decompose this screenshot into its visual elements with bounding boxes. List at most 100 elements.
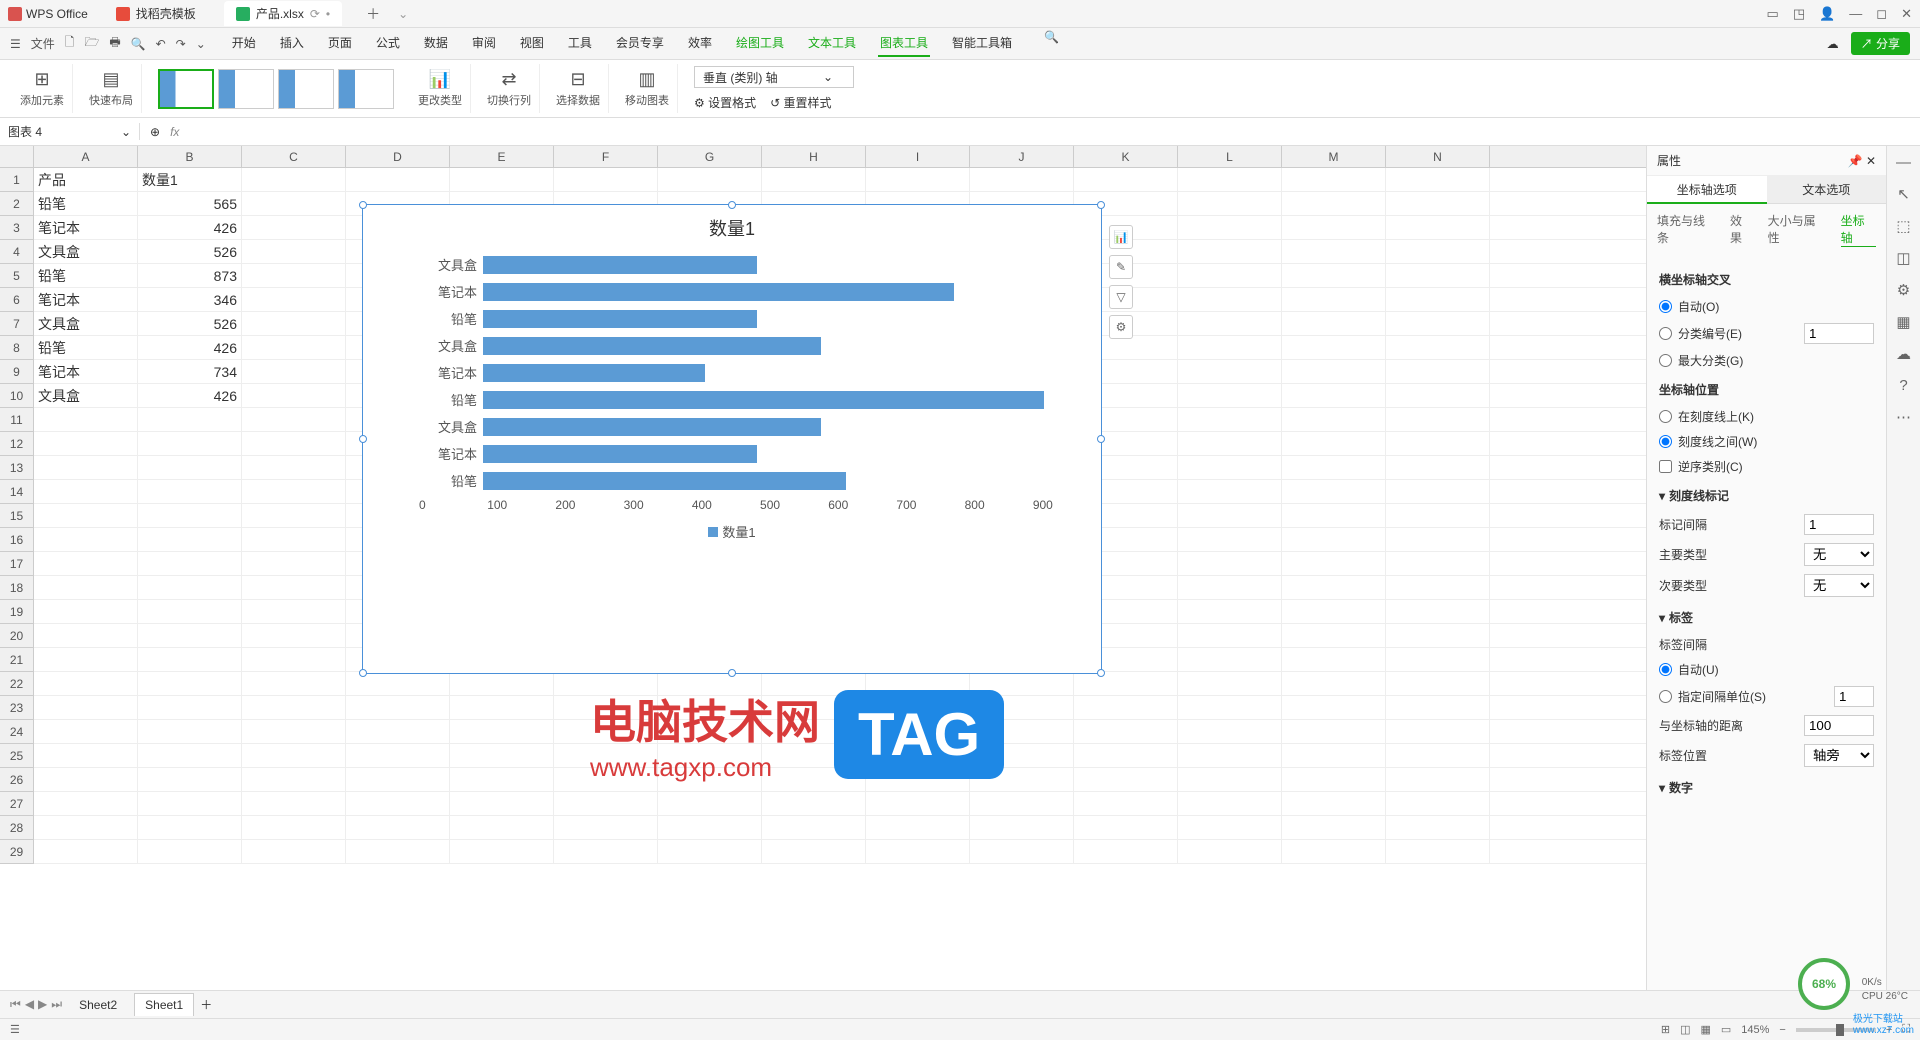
menu-insert[interactable]: 插入: [278, 30, 306, 57]
cell[interactable]: [1282, 720, 1386, 743]
cell[interactable]: [138, 840, 242, 863]
row-header[interactable]: 5: [0, 264, 33, 288]
row-header[interactable]: 29: [0, 840, 33, 864]
cell[interactable]: [346, 720, 450, 743]
col-header[interactable]: A: [34, 146, 138, 167]
cell[interactable]: [450, 768, 554, 791]
cell[interactable]: [34, 456, 138, 479]
cell[interactable]: [138, 504, 242, 527]
bar-fill[interactable]: [483, 445, 757, 463]
cell[interactable]: [34, 744, 138, 767]
bar-fill[interactable]: [483, 391, 1044, 409]
cell[interactable]: [1282, 600, 1386, 623]
ribbon-switch-rc[interactable]: ⇄切换行列: [479, 64, 540, 113]
new-icon[interactable]: 🗋: [65, 33, 75, 54]
specify-input[interactable]: [1834, 686, 1874, 707]
style-tool-icon[interactable]: ◫: [1896, 249, 1910, 267]
cell[interactable]: [1386, 264, 1490, 287]
cell[interactable]: [242, 168, 346, 191]
cell[interactable]: [242, 840, 346, 863]
row-header[interactable]: 27: [0, 792, 33, 816]
cell[interactable]: [34, 672, 138, 695]
radio-between-tick[interactable]: [1659, 435, 1672, 448]
cell[interactable]: [1282, 288, 1386, 311]
share-button[interactable]: ↗ 分享: [1851, 32, 1910, 55]
view-read-icon[interactable]: ▭: [1721, 1023, 1731, 1036]
zoom-cell-icon[interactable]: ⊕: [150, 125, 160, 139]
cell[interactable]: [1386, 288, 1490, 311]
cell[interactable]: [1282, 360, 1386, 383]
cloud-icon[interactable]: ☁: [1827, 37, 1839, 51]
cell[interactable]: [34, 768, 138, 791]
cell[interactable]: [242, 648, 346, 671]
cell[interactable]: [1178, 168, 1282, 191]
chart-settings-button[interactable]: ⚙: [1109, 315, 1133, 339]
cell[interactable]: [138, 576, 242, 599]
row-header[interactable]: 10: [0, 384, 33, 408]
row-header[interactable]: 22: [0, 672, 33, 696]
bar-fill[interactable]: [483, 310, 757, 328]
avatar-icon[interactable]: 👤: [1819, 6, 1835, 22]
cell[interactable]: [1386, 816, 1490, 839]
chevron-down-icon[interactable]: ⌄: [121, 125, 131, 139]
cell[interactable]: [138, 432, 242, 455]
cell[interactable]: [1386, 840, 1490, 863]
chart-style-4[interactable]: [338, 69, 394, 109]
cell[interactable]: [1282, 792, 1386, 815]
preview-icon[interactable]: 🔍: [131, 37, 146, 51]
cell[interactable]: [1178, 648, 1282, 671]
row-header[interactable]: 3: [0, 216, 33, 240]
cell[interactable]: [34, 432, 138, 455]
row-header[interactable]: 19: [0, 600, 33, 624]
cell[interactable]: [1074, 696, 1178, 719]
cell[interactable]: [1178, 720, 1282, 743]
cell[interactable]: [1074, 792, 1178, 815]
cell[interactable]: [242, 624, 346, 647]
adjust-tool-icon[interactable]: ⚙: [1897, 281, 1910, 299]
chart-filter-button[interactable]: ▽: [1109, 285, 1133, 309]
col-header[interactable]: D: [346, 146, 450, 167]
col-header[interactable]: G: [658, 146, 762, 167]
cell[interactable]: [34, 552, 138, 575]
select-all-corner[interactable]: [0, 146, 34, 167]
cell[interactable]: [1386, 600, 1490, 623]
cell[interactable]: [1178, 408, 1282, 431]
cell[interactable]: [1178, 504, 1282, 527]
axis-select-dropdown[interactable]: 垂直 (类别) 轴⌄: [694, 66, 854, 88]
cell[interactable]: [866, 168, 970, 191]
cell[interactable]: [346, 744, 450, 767]
chart-style-2[interactable]: [218, 69, 274, 109]
cell[interactable]: [1282, 264, 1386, 287]
subtab-effect[interactable]: 效果: [1730, 212, 1754, 247]
cell[interactable]: [1178, 288, 1282, 311]
collapse-icon[interactable]: —: [1896, 154, 1911, 171]
cell[interactable]: [1386, 336, 1490, 359]
cell[interactable]: [242, 216, 346, 239]
cell[interactable]: [1386, 576, 1490, 599]
cell[interactable]: [242, 408, 346, 431]
cell[interactable]: 铅笔: [34, 264, 138, 287]
cell[interactable]: [554, 168, 658, 191]
tab-template[interactable]: 找稻壳模板: [104, 1, 208, 26]
cell[interactable]: [450, 744, 554, 767]
bar-fill[interactable]: [483, 472, 846, 490]
chart-legend[interactable]: 数量1: [363, 512, 1101, 551]
cell[interactable]: 526: [138, 312, 242, 335]
cell[interactable]: [1282, 336, 1386, 359]
cell[interactable]: [1386, 408, 1490, 431]
cell[interactable]: [34, 696, 138, 719]
cell[interactable]: [242, 576, 346, 599]
chart-title[interactable]: 数量1: [363, 205, 1101, 251]
cell[interactable]: [1282, 768, 1386, 791]
radio-auto[interactable]: [1659, 300, 1672, 313]
col-header[interactable]: J: [970, 146, 1074, 167]
chart-style-3[interactable]: [278, 69, 334, 109]
cell[interactable]: [34, 576, 138, 599]
cell[interactable]: [1074, 768, 1178, 791]
menu-page[interactable]: 页面: [326, 30, 354, 57]
cell[interactable]: [1282, 648, 1386, 671]
row-header[interactable]: 14: [0, 480, 33, 504]
row-header[interactable]: 24: [0, 720, 33, 744]
row-header[interactable]: 21: [0, 648, 33, 672]
tab-file[interactable]: 产品.xlsx⟳•: [224, 1, 342, 26]
